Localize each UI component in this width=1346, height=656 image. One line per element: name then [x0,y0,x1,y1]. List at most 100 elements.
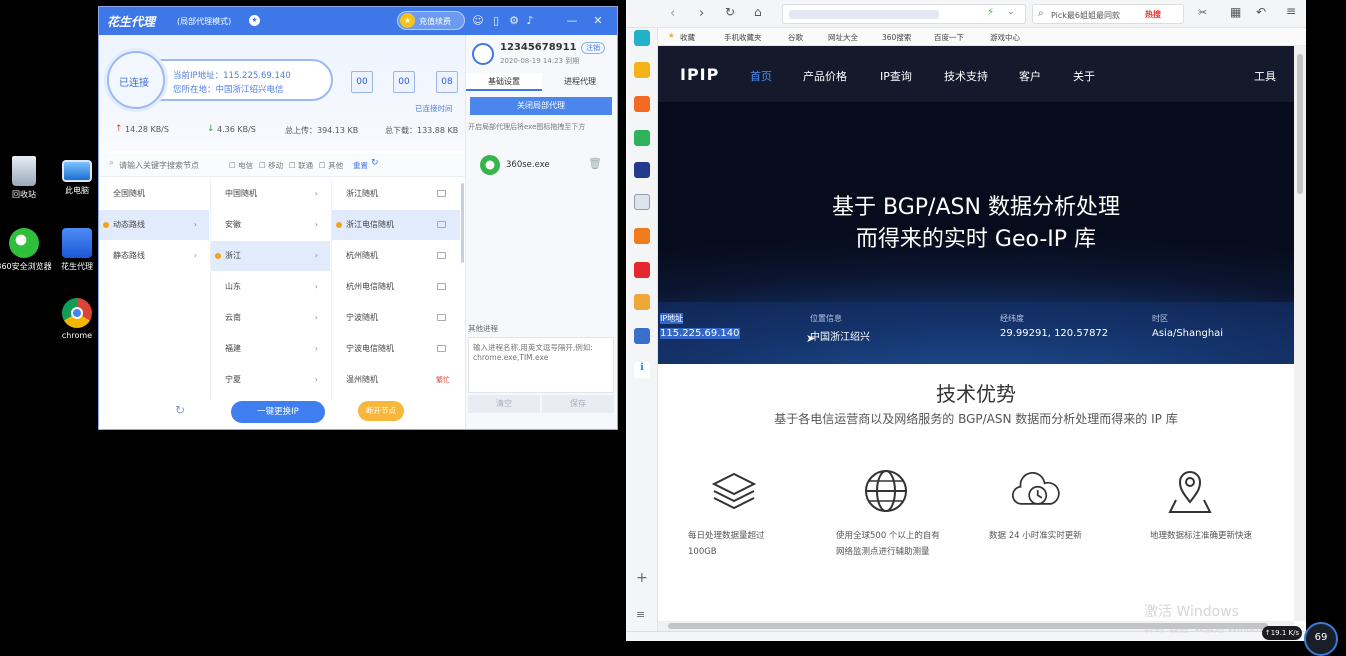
menu-icon[interactable]: ≡ [1286,4,1296,18]
home-icon[interactable]: ⌂ [754,5,762,19]
province-item[interactable]: 宁夏 › [211,365,330,395]
connection-status-button[interactable]: 已连接 [107,51,165,109]
sidebar-news-icon[interactable] [634,162,650,178]
province-item[interactable]: 云南 › [211,303,330,333]
tab-process-proxy[interactable]: 进程代理 [542,73,618,91]
route-item[interactable]: 全国随机 [99,179,209,209]
province-item[interactable]: 安徽 › [211,210,330,240]
nav-customers[interactable]: 客户 [1019,68,1041,84]
nav-tools[interactable]: 工具 [1254,68,1276,84]
clear-button[interactable]: 清空 [468,395,540,413]
desktop-icon-360-browser[interactable]: 360安全浏览器 [0,228,54,272]
cut-icon[interactable]: ✂ [1198,6,1207,19]
province-item-selected[interactable]: 浙江 › [211,241,330,271]
node-info-icon[interactable] [437,190,446,197]
reset-link[interactable]: 重置 [353,160,368,171]
logout-button[interactable]: 注销 [581,42,605,54]
route-item[interactable]: 静态路线 › [99,241,209,271]
reload-icon[interactable]: ↻ [725,5,735,19]
upload-arrow-icon: ↑ [115,124,123,134]
apps-grid-icon[interactable]: ▦ [1230,5,1241,19]
nav-support[interactable]: 技术支持 [944,68,988,84]
route-item-selected[interactable]: 动态路线 › [99,210,209,240]
tab-basic-settings[interactable]: 基础设置 [466,73,542,91]
back-icon[interactable]: ‹ [670,6,675,21]
user-icon[interactable]: ☺ [471,14,485,28]
node-info-icon[interactable] [437,252,446,259]
peanut-proxy-window: 花生代理 (局部代理模式) ★ ★ 充值续费 ☺ ▯ ⚙ ♪ — ✕ 当前IP地… [98,6,618,430]
close-icon[interactable]: ✕ [591,14,605,28]
city-item[interactable]: 杭州随机 [332,241,460,271]
sidebar-map-icon[interactable] [634,328,650,344]
ipip-logo[interactable]: IPIP [680,65,719,84]
trash-icon[interactable]: 🗑 [588,157,602,170]
sidebar-game-icon[interactable] [634,294,650,310]
bookmark-google[interactable]: 谷歌 [788,32,803,43]
city-item-selected[interactable]: 浙江电信随机 [332,210,460,240]
save-button[interactable]: 保存 [542,395,614,413]
sidebar-mail-icon[interactable] [634,130,650,146]
bookmark-360-search[interactable]: 360搜索 [882,32,911,43]
province-item[interactable]: 福建 › [211,334,330,364]
settings-icon[interactable]: ⚙ [507,14,521,28]
feature-text: 使用全球500 个以上的自有网络监测点进行辅助测量 [836,531,940,557]
filter-other[interactable]: ☐ 其他 [319,160,343,171]
filter-unicom[interactable]: ☐ 联通 [289,160,313,171]
city-item[interactable]: 宁波电信随机 [332,334,460,364]
nav-pricing[interactable]: 产品价格 [803,68,847,84]
province-item[interactable]: 山东 › [211,272,330,302]
city-item[interactable]: 杭州电信随机 [332,272,460,302]
province-item[interactable]: 中国随机 › [211,179,330,209]
sidebar-shop-icon[interactable] [634,228,650,244]
bookmark-games[interactable]: 游戏中心 [990,32,1020,43]
sidebar-menu-icon[interactable]: ≡ [636,608,645,621]
forward-icon[interactable]: › [699,6,704,21]
nav-ip-lookup[interactable]: IP查询 [880,68,912,84]
sidebar-video-icon[interactable] [634,262,650,278]
renew-button[interactable]: ★ 充值续费 [397,11,465,30]
sidebar-star-icon[interactable] [634,62,650,78]
network-speed-widget[interactable]: ↑19.1 K/s [1262,626,1302,640]
bookmark-baidu[interactable]: 百度一下 [934,32,964,43]
filter-telecom[interactable]: ☐ 电信 [229,160,253,171]
city-scrollbar[interactable] [461,183,464,263]
node-info-icon[interactable] [437,221,446,228]
bookmark-hao[interactable]: 网址大全 [828,32,858,43]
nav-about[interactable]: 关于 [1073,68,1095,84]
city-item[interactable]: 温州随机 繁忙 [332,365,460,395]
bookmark-favorites[interactable]: 收藏 [680,32,695,43]
minimize-icon[interactable]: — [565,14,579,28]
other-process-input[interactable] [468,337,614,393]
node-search-input[interactable] [119,157,223,173]
nav-home[interactable]: 首页 [750,68,772,84]
close-local-proxy-button[interactable]: 关闭局部代理 [470,97,612,115]
search-box[interactable]: ⌕ Pick最6姐姐最同款 热搜 [1032,4,1184,24]
city-item[interactable]: 宁波随机 [332,303,460,333]
desktop-icon-recycle-bin[interactable]: 回收站 [0,156,54,200]
sidebar-weibo-icon[interactable] [634,96,650,112]
node-info-icon[interactable] [437,345,446,352]
vertical-scrollbar[interactable] [1294,46,1306,621]
disconnect-button[interactable]: 断开节点 [358,401,404,421]
scroll-thumb[interactable] [1297,54,1303,194]
undo-icon[interactable]: ↶ [1256,5,1266,19]
sidebar-add-icon[interactable]: + [636,570,648,586]
lightning-icon[interactable]: ⚡ [987,7,994,18]
node-info-icon[interactable] [437,283,446,290]
switch-ip-button[interactable]: 一键更换IP [231,401,325,423]
phone-icon[interactable]: ▯ [489,14,503,28]
city-item[interactable]: 浙江随机 [332,179,460,209]
proxied-app-item[interactable]: 360se.exe 🗑 [476,155,606,177]
sidebar-doc-icon[interactable] [634,194,650,210]
network-gauge[interactable]: 69 [1304,622,1338,656]
bookmark-mobile[interactable]: 手机收藏夹 [724,32,762,43]
sidebar-ip-icon[interactable]: ℹ [634,362,650,378]
refresh-icon[interactable]: ↻ [371,158,379,168]
filter-mobile[interactable]: ☐ 移动 [259,160,283,171]
sidebar-app-icon[interactable] [634,30,650,46]
node-info-icon[interactable] [437,314,446,321]
refresh-nodes-icon[interactable]: ↻ [175,403,185,417]
address-bar[interactable]: ⚡ ⌄ [782,4,1026,24]
notification-icon[interactable]: ♪ [523,14,537,28]
chevron-down-icon[interactable]: ⌄ [1007,7,1015,17]
